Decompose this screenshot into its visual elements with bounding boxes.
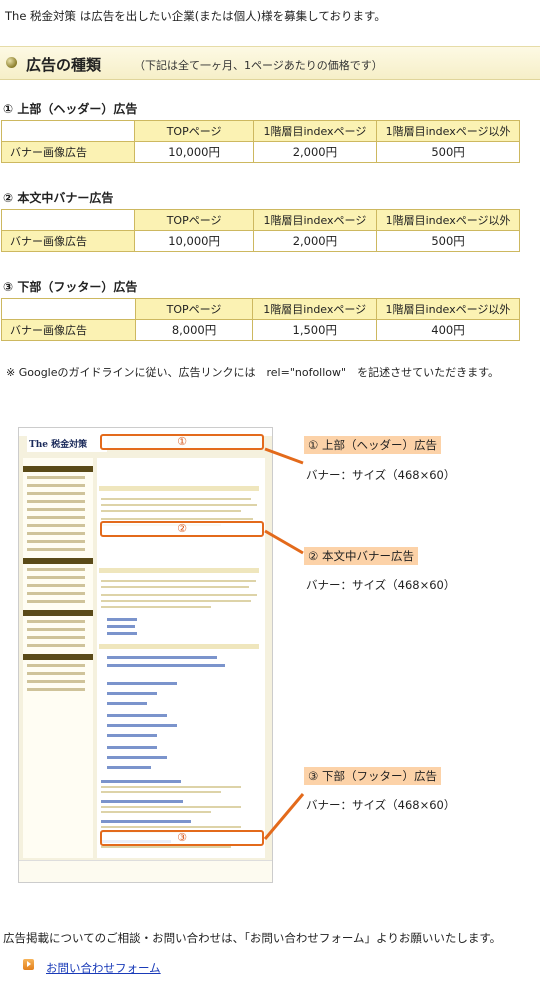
callout-inline-size: バナー：サイズ（468×60） [306, 578, 456, 592]
callout-header-label: ① 上部（ヘッダー）広告 [304, 436, 441, 454]
callout-footer-size: バナー：サイズ（468×60） [306, 798, 456, 812]
arrow-right-icon [23, 959, 34, 970]
callout-footer-label: ③ 下部（フッター）広告 [304, 767, 441, 785]
contact-form-link[interactable]: お問い合わせフォーム [46, 960, 161, 976]
contact-text: 広告掲載についてのご相談・お問い合わせは、「お問い合わせフォーム」よりお願いいた… [3, 931, 502, 945]
callout-lines [263, 447, 305, 840]
callout-header-size: バナー：サイズ（468×60） [306, 468, 456, 482]
callout-inline-label: ② 本文中バナー広告 [304, 547, 418, 565]
